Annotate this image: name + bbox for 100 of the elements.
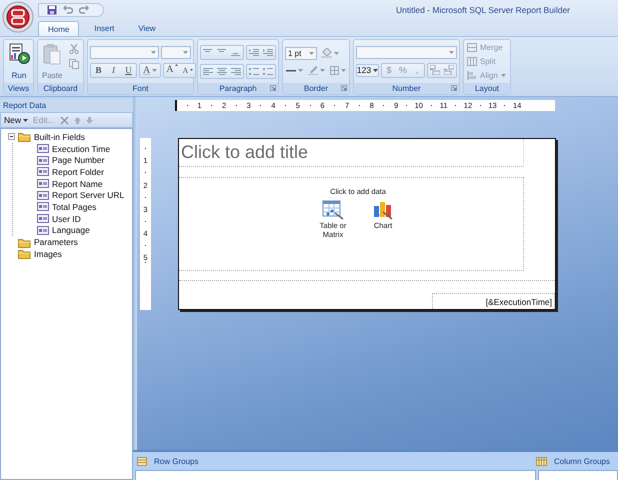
delete-icon[interactable] (60, 116, 69, 124)
italic-button[interactable]: I (106, 64, 121, 76)
caret-icon (340, 68, 346, 72)
field-icon (37, 179, 49, 188)
caret-icon (500, 74, 506, 77)
paint-bucket-icon (321, 48, 332, 58)
folder-icon (18, 248, 31, 260)
dialog-launcher-icon[interactable] (341, 85, 347, 91)
font-size-field[interactable] (161, 46, 191, 58)
borders-button[interactable] (328, 64, 347, 76)
field-icon (37, 226, 49, 235)
move-up-icon[interactable] (74, 116, 81, 124)
font-color-button[interactable]: A (140, 64, 160, 76)
redo-icon[interactable] (79, 5, 89, 15)
merge-cells-icon (467, 43, 477, 52)
number-format-button[interactable]: 123 (356, 64, 379, 76)
window-title: Untitled - Microsoft SQL Server Report Builder (396, 5, 570, 15)
tree-item[interactable]: Parameters (33, 237, 78, 248)
up-caret-icon (175, 64, 178, 66)
increase-decimals-button[interactable] (428, 64, 442, 76)
tree-item[interactable]: Built-in Fields (33, 132, 86, 142)
number-format-field[interactable] (356, 46, 457, 58)
group-label: Clipboard (38, 83, 83, 94)
caret-icon (152, 68, 158, 72)
field-icon (37, 167, 49, 176)
new-button[interactable]: New (4, 115, 28, 125)
decimal-places-icon (430, 65, 440, 75)
align-icon (467, 71, 477, 80)
border-width-field[interactable]: 1 pt (285, 46, 317, 60)
tree-item[interactable]: Report Folder (51, 166, 104, 177)
collapse-toggle[interactable] (8, 133, 15, 140)
clipboard-icon (43, 43, 62, 65)
shrink-font-button[interactable]: A (180, 64, 196, 76)
caret-icon (183, 50, 188, 54)
caret-icon (320, 68, 325, 72)
caret-icon (309, 52, 314, 54)
tree-item[interactable]: Report Server URL (51, 190, 124, 200)
group-label: Border (283, 83, 349, 94)
report-title-placeholder[interactable]: Click to add title (179, 139, 524, 167)
decrease-decimals-button[interactable] (442, 64, 456, 76)
folder-icon (18, 236, 31, 248)
tree-item[interactable]: Total Pages (51, 202, 96, 212)
caret-icon (334, 52, 339, 54)
pane-title: Column Groups (554, 456, 610, 466)
line-style-icon (286, 68, 296, 72)
list-icon (249, 66, 259, 76)
font-name-field[interactable] (90, 46, 159, 58)
dialog-launcher-icon[interactable] (270, 85, 276, 91)
group-label: Number (354, 83, 459, 94)
grow-font-button[interactable]: A (164, 64, 180, 76)
list-icon (263, 66, 273, 76)
move-down-icon[interactable] (86, 116, 93, 124)
alignment-icon (203, 66, 213, 76)
field-icon (37, 156, 49, 165)
group-label: Views (4, 83, 33, 94)
undo-icon[interactable] (63, 5, 73, 15)
border-grid-icon (330, 66, 339, 74)
run-button[interactable]: Run (6, 42, 32, 81)
field-icon (37, 190, 49, 200)
pane-title: Row Groups (154, 456, 198, 466)
indent-icon (249, 48, 259, 56)
ribbon-tab[interactable]: Home (38, 21, 80, 36)
tree-item[interactable]: Images (33, 248, 62, 259)
tree-item[interactable]: Execution Time (51, 144, 110, 154)
folder-icon (18, 131, 31, 142)
scissors-icon[interactable] (69, 44, 80, 54)
tree-item[interactable]: Language (51, 225, 90, 236)
border-color-button[interactable] (306, 64, 326, 76)
caret-icon (373, 68, 378, 72)
decimal-places-icon (444, 65, 454, 75)
copy-icon[interactable] (69, 59, 80, 69)
indent-icon (263, 48, 273, 56)
panel-title: Report Data (0, 99, 133, 112)
group-label: Paragraph (198, 83, 278, 94)
ribbon-tab[interactable]: Insert (85, 21, 124, 36)
field-icon (37, 144, 49, 154)
fill-color-button[interactable] (319, 46, 341, 60)
column-grid-icon (536, 456, 547, 466)
tree-item[interactable]: Page Number (51, 155, 104, 166)
field-icon (37, 214, 49, 224)
alignment-icon (231, 66, 241, 76)
row-list-icon (137, 456, 147, 466)
tree-item[interactable]: User ID (51, 214, 81, 224)
down-caret-icon (190, 69, 194, 71)
bar-chart-icon (372, 200, 394, 220)
caret-icon (23, 118, 28, 122)
caret-icon (151, 50, 156, 54)
caret-icon (298, 68, 304, 72)
pen-icon (308, 65, 318, 75)
split-cells-icon (467, 57, 477, 66)
bold-button[interactable]: B (91, 64, 106, 76)
dialog-launcher-icon[interactable] (451, 85, 457, 91)
tree-item[interactable]: Report Name (51, 178, 103, 189)
group-label: Font (88, 83, 193, 94)
app-logo-icon[interactable] (2, 1, 34, 33)
save-icon[interactable] (47, 5, 57, 15)
alignment-icon (217, 66, 227, 76)
underline-button[interactable]: U (121, 64, 136, 76)
ribbon-tab[interactable]: View (129, 21, 165, 36)
footer-expression[interactable]: [&ExecutionTime] (432, 293, 555, 309)
